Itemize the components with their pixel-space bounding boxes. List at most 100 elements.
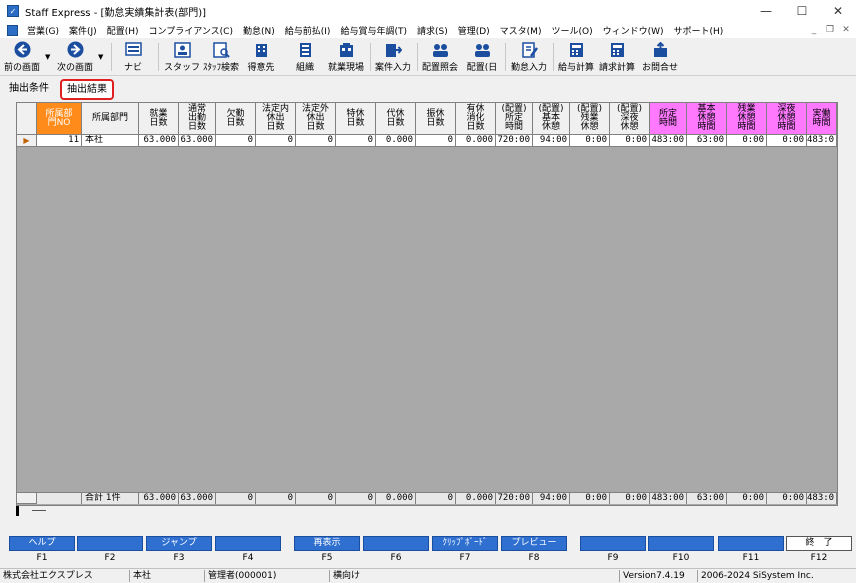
- column-header-transfer-leave[interactable]: 振休 日数: [416, 103, 456, 135]
- assign-day-button[interactable]: 配置(日: [464, 41, 500, 73]
- cell-comp-leave[interactable]: 0.000: [376, 135, 416, 147]
- fkey-f2-button[interactable]: [77, 536, 143, 551]
- billing-calc-button[interactable]: 請求計算: [598, 41, 636, 73]
- cell-absence-days[interactable]: 0: [216, 135, 256, 147]
- org-button[interactable]: 組織: [291, 41, 319, 73]
- toolbar-separator: [158, 43, 159, 71]
- inquiry-button[interactable]: お問合せ: [640, 41, 680, 73]
- menu-master[interactable]: マスタ(M): [495, 24, 547, 37]
- column-header-work-days[interactable]: 就業 日数: [139, 103, 179, 135]
- fkey-f6-button[interactable]: [363, 536, 429, 551]
- column-header-actual-hours[interactable]: 実働 時間: [807, 103, 837, 135]
- next-dropdown-icon[interactable]: ▼: [98, 53, 103, 61]
- cell-scheduled-hours[interactable]: 483:00: [650, 135, 687, 147]
- mdi-minimize-icon[interactable]: _: [808, 24, 820, 36]
- maximize-button[interactable]: ☐: [784, 0, 820, 22]
- prev-dropdown-icon[interactable]: ▼: [45, 53, 50, 61]
- fkey-f1-button[interactable]: ヘルプ: [9, 536, 75, 551]
- column-header-normal-days[interactable]: 通常 出勤 日数: [179, 103, 216, 135]
- staff-search-button[interactable]: ｽﾀｯﾌ検索: [202, 41, 240, 73]
- column-header-ot-break[interactable]: 残業 休憩 時間: [727, 103, 767, 135]
- cell-basic-break[interactable]: 63:00: [687, 135, 727, 147]
- menu-sales[interactable]: 営業(G): [22, 24, 64, 37]
- fkey-f8-button[interactable]: プレビュー: [501, 536, 567, 551]
- staff-button[interactable]: スタッフ: [164, 41, 200, 73]
- cell-special-leave[interactable]: 0: [336, 135, 376, 147]
- cell-paid-leave[interactable]: 0.000: [456, 135, 496, 147]
- cell-night-break[interactable]: 0:00: [767, 135, 807, 147]
- next-screen-button[interactable]: 次の画面: [55, 41, 95, 73]
- column-header-comp-leave[interactable]: 代休 日数: [376, 103, 416, 135]
- fkey-f5-button[interactable]: 再表示: [294, 536, 360, 551]
- menu-attendance[interactable]: 勤怠(N): [238, 24, 280, 37]
- column-header-assign-ot-break[interactable]: (配置) 残業 休憩: [570, 103, 610, 135]
- client-button[interactable]: 得意先: [246, 41, 276, 73]
- close-button[interactable]: ✕: [820, 0, 856, 22]
- menu-billing[interactable]: 請求(S): [412, 24, 453, 37]
- cell-legal-holiday-work[interactable]: 0: [256, 135, 296, 147]
- fkey-f11-button[interactable]: [718, 536, 784, 551]
- salary-calc-button[interactable]: 給与計算: [557, 41, 595, 73]
- cell-normal-days[interactable]: 63.000: [179, 135, 216, 147]
- site-button[interactable]: 就業現場: [326, 41, 366, 73]
- column-header-nonlegal-holiday-work[interactable]: 法定外 休出 日数: [296, 103, 336, 135]
- column-header-legal-holiday-work[interactable]: 法定内 休出 日数: [256, 103, 296, 135]
- menu-support[interactable]: サポート(H): [669, 24, 729, 37]
- menu-admin[interactable]: 管理(D): [453, 24, 495, 37]
- column-header-dept-name[interactable]: 所属部門: [82, 103, 139, 135]
- attendance-input-button[interactable]: 勤怠入力: [509, 41, 549, 73]
- menu-case[interactable]: 案件(J): [64, 24, 102, 37]
- column-header-assign-scheduled[interactable]: (配置) 所定 時間: [496, 103, 533, 135]
- data-grid[interactable]: ▶ 所属部 門NO 所属部門 就業 日数 通常 出勤 日数 欠勤 日数 法定内 休出 日数…: [16, 102, 838, 506]
- menu-compliance[interactable]: コンプライアンス(C): [143, 24, 238, 37]
- tab-conditions[interactable]: 抽出条件: [9, 80, 49, 98]
- minimize-button[interactable]: —: [748, 0, 784, 22]
- horizontal-scrollbar[interactable]: [16, 506, 838, 516]
- fkey-f10-button[interactable]: [648, 536, 714, 551]
- fkey-f7-button[interactable]: ｸﾘｯﾌﾟﾎﾞｰﾄﾞ: [432, 536, 498, 551]
- cell-work-days[interactable]: 63.000: [139, 135, 179, 147]
- cell-actual-hours[interactable]: 483:0: [807, 135, 837, 147]
- case-input-button[interactable]: 案件入力: [374, 41, 412, 73]
- mdi-restore-icon[interactable]: ❐: [824, 24, 836, 36]
- cell-dept-name[interactable]: 本社: [82, 135, 139, 147]
- column-header-assign-night-break[interactable]: (配置) 深夜 休憩: [610, 103, 650, 135]
- row-selector[interactable]: ▶: [17, 135, 37, 147]
- cell-assign-night-break[interactable]: 0:00: [610, 135, 650, 147]
- column-header-assign-basic-break[interactable]: (配置) 基本 休憩: [533, 103, 570, 135]
- cell-ot-break[interactable]: 0:00: [727, 135, 767, 147]
- status-copyright: 2006-2024 SiSystem Inc.: [701, 571, 814, 581]
- fkey-f3-button[interactable]: ジャンプ: [146, 536, 212, 551]
- cell-transfer-leave[interactable]: 0: [416, 135, 456, 147]
- column-header-basic-break[interactable]: 基本 休憩 時間: [687, 103, 727, 135]
- menu-window[interactable]: ウィンドウ(W): [598, 24, 669, 37]
- mdi-close-icon[interactable]: ✕: [840, 24, 852, 36]
- tab-results[interactable]: 抽出結果: [60, 79, 114, 100]
- fkey-f12-button[interactable]: 終 了: [786, 536, 852, 551]
- fkey-f5-label: F5: [321, 553, 333, 563]
- navi-button[interactable]: ナビ: [118, 41, 148, 73]
- scrollbar-thumb[interactable]: [16, 506, 19, 516]
- menu-payroll[interactable]: 給与賞与年調(T): [335, 24, 412, 37]
- cell-nonlegal-holiday-work[interactable]: 0: [296, 135, 336, 147]
- column-header-paid-leave[interactable]: 有休 消化 日数: [456, 103, 496, 135]
- menu-advance-pay[interactable]: 給与前払(I): [280, 24, 336, 37]
- column-header-scheduled-hours[interactable]: 所定 時間: [650, 103, 687, 135]
- fkey-f9-button[interactable]: [580, 536, 646, 551]
- menu-tools[interactable]: ツール(O): [546, 24, 597, 37]
- forward-arrow-icon: [66, 41, 84, 58]
- menu-assign[interactable]: 配置(H): [102, 24, 144, 37]
- fkey-f4-button[interactable]: [215, 536, 281, 551]
- assign-query-button[interactable]: 配置照会: [421, 41, 459, 73]
- column-header-night-break[interactable]: 深夜 休憩 時間: [767, 103, 807, 135]
- fkey-f8-label: F8: [528, 553, 540, 563]
- cell-assign-scheduled[interactable]: 720:00: [496, 135, 533, 147]
- cell-dept-no[interactable]: 11: [37, 135, 82, 147]
- cell-assign-basic-break[interactable]: 94:00: [533, 135, 570, 147]
- column-header-special-leave[interactable]: 特休 日数: [336, 103, 376, 135]
- prev-screen-button[interactable]: 前の画面: [4, 41, 40, 73]
- cell-assign-ot-break[interactable]: 0:00: [570, 135, 610, 147]
- column-header-absence-days[interactable]: 欠勤 日数: [216, 103, 256, 135]
- column-header-dept-no[interactable]: 所属部 門NO: [37, 103, 82, 135]
- footer-ot-break: 0:00: [727, 492, 767, 504]
